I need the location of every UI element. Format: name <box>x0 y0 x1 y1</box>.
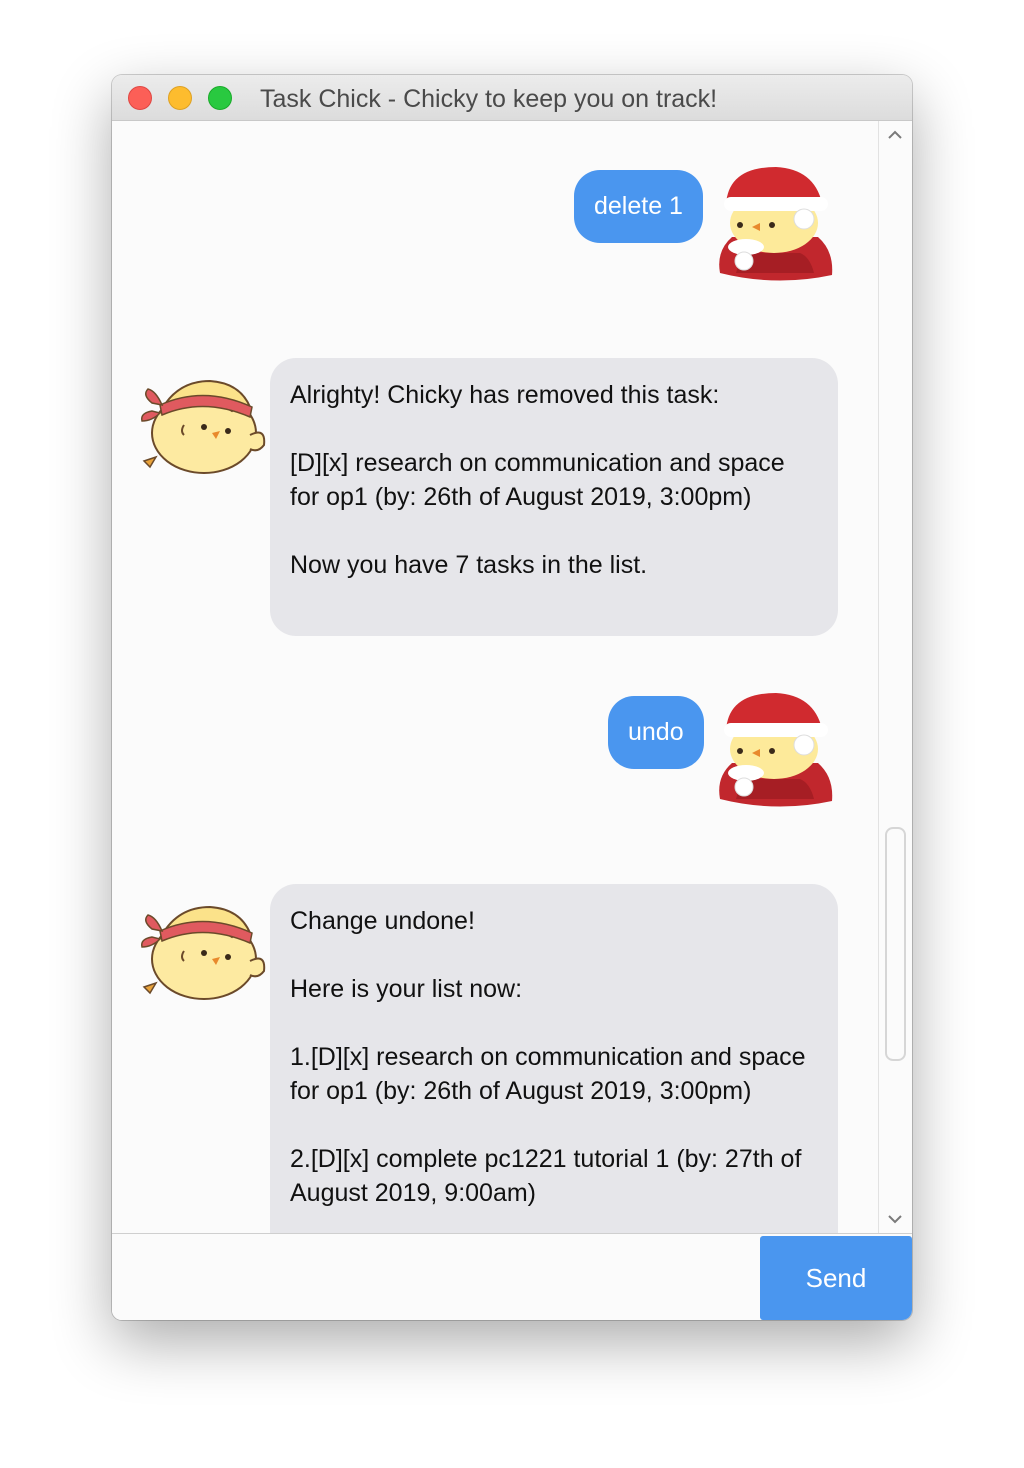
title-bar: Task Chick - Chicky to keep you on track… <box>112 75 912 121</box>
chat-scroll-pane[interactable]: delete 1 Alrighty! Chicky has removed th… <box>112 121 878 1233</box>
user-message-bubble: delete 1 <box>574 170 703 243</box>
bot-message-line: [D][x] research on communication and spa… <box>290 449 792 511</box>
bot-message-line: Here is your list now: <box>290 975 523 1003</box>
chevron-up-icon[interactable] <box>887 127 903 143</box>
input-bar: Send <box>112 1233 912 1320</box>
minimize-window-button[interactable] <box>168 86 192 110</box>
bot-message-line: 2.[D][x] complete pc1221 tutorial 1 (by:… <box>290 1145 807 1207</box>
bot-message-line: 1.[D][x] research on communication and s… <box>290 1043 813 1105</box>
santa-chick-icon <box>710 161 840 291</box>
vertical-scrollbar[interactable] <box>878 121 912 1233</box>
send-button[interactable]: Send <box>760 1236 912 1320</box>
window-title: Task Chick - Chicky to keep you on track… <box>260 85 718 113</box>
bot-message-bubble: Change undone! Here is your list now: 1.… <box>270 884 838 1233</box>
app-window: Task Chick - Chicky to keep you on track… <box>112 75 912 1320</box>
bot-message-line: Change undone! <box>290 907 475 935</box>
close-window-button[interactable] <box>128 86 152 110</box>
bot-message-bubble: Alrighty! Chicky has removed this task: … <box>270 358 838 636</box>
scroll-thumb[interactable] <box>885 827 906 1061</box>
chick-headband-icon <box>138 887 268 1017</box>
santa-chick-icon <box>710 687 840 817</box>
bot-message-line: Now you have 7 tasks in the list. <box>290 551 648 579</box>
user-message-bubble: undo <box>608 696 704 769</box>
chevron-down-icon[interactable] <box>887 1211 903 1227</box>
message-input[interactable] <box>112 1234 760 1320</box>
bot-message-line: Alrighty! Chicky has removed this task: <box>290 381 720 409</box>
zoom-window-button[interactable] <box>208 86 232 110</box>
chick-headband-icon <box>138 361 268 491</box>
